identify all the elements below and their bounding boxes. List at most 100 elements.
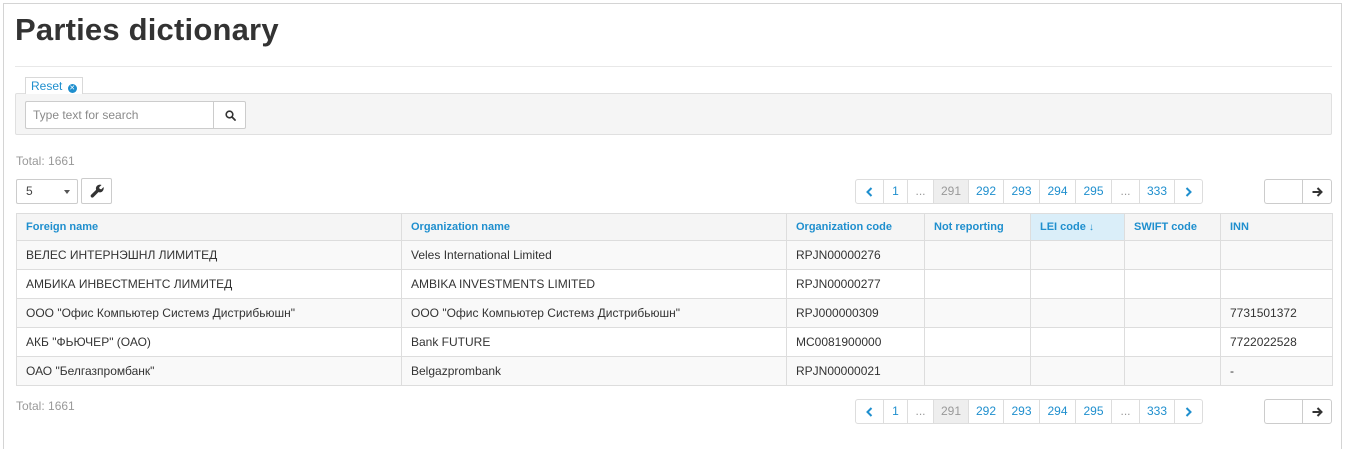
table-row[interactable]: ОАО "Белгазпромбанк" Belgazprombank RPJN… [16, 356, 1333, 386]
page-size-select[interactable]: 5 [16, 179, 78, 204]
page-ellipsis: ... [1111, 399, 1140, 424]
column-header-organization-name[interactable]: Organization name [401, 213, 787, 241]
cell-inn [1220, 269, 1333, 299]
reset-filter-button[interactable]: Reset ✕ [25, 77, 83, 94]
parties-table: Foreign name Organization name Organizat… [16, 213, 1333, 386]
total-count-top: Total: 1661 [16, 154, 75, 168]
cell-foreign-name: ВЕЛЕС ИНТЕРНЭШНЛ ЛИМИТЕД [16, 240, 402, 270]
page-link[interactable]: 293 [1003, 179, 1040, 204]
table-row[interactable]: ВЕЛЕС ИНТЕРНЭШНЛ ЛИМИТЕД Veles Internati… [16, 240, 1333, 270]
table-row[interactable]: АКБ "ФЬЮЧЕР" (ОАО) Bank FUTURE MC0081900… [16, 327, 1333, 357]
page-link[interactable]: 294 [1039, 179, 1076, 204]
column-header-swift-code[interactable]: SWIFT code [1124, 213, 1221, 241]
table-header-row: Foreign name Organization name Organizat… [16, 213, 1333, 241]
cell-lei-code [1030, 298, 1125, 328]
cell-organization-name: Bank FUTURE [401, 327, 787, 357]
column-header-lei-code[interactable]: LEI code ↓ [1030, 213, 1125, 241]
page-link-active[interactable]: 291 [933, 399, 969, 424]
cell-inn: - [1220, 356, 1333, 386]
cell-lei-code [1030, 240, 1125, 270]
page-link[interactable]: 295 [1075, 179, 1112, 204]
page-link-active[interactable]: 291 [933, 179, 969, 204]
cell-organization-code: RPJN00000276 [786, 240, 925, 270]
page-ellipsis: ... [907, 399, 934, 424]
cell-organization-name: Belgazprombank [401, 356, 787, 386]
cell-organization-code: RPJ000000309 [786, 298, 925, 328]
cell-swift-code [1124, 298, 1221, 328]
column-settings-button[interactable] [81, 178, 112, 204]
column-header-foreign-name[interactable]: Foreign name [16, 213, 402, 241]
search-icon [225, 110, 236, 121]
search-input[interactable] [25, 101, 213, 129]
page-link[interactable]: 292 [968, 399, 1004, 424]
next-page-button[interactable] [1174, 399, 1203, 424]
goto-page-input[interactable] [1264, 399, 1302, 424]
goto-page-button[interactable] [1302, 399, 1332, 424]
cell-swift-code [1124, 356, 1221, 386]
cell-inn: 7731501372 [1220, 298, 1333, 328]
cell-lei-code [1030, 356, 1125, 386]
cell-organization-name: AMBIKA INVESTMENTS LIMITED [401, 269, 787, 299]
table-row[interactable]: АМБИКА ИНВЕСТМЕНТС ЛИМИТЕД AMBIKA INVEST… [16, 269, 1333, 299]
cell-organization-name: ООО "Офис Компьютер Системз Дистрибьюшн" [401, 298, 787, 328]
chevron-right-icon [1185, 407, 1192, 417]
table-row[interactable]: ООО "Офис Компьютер Системз Дистрибьюшн"… [16, 298, 1333, 328]
goto-page-bottom [1264, 399, 1332, 424]
chevron-left-icon [866, 407, 873, 417]
caret-down-icon [64, 190, 70, 194]
page-size-value: 5 [26, 184, 33, 198]
column-header-organization-code[interactable]: Organization code [786, 213, 925, 241]
cell-organization-name: Veles International Limited [401, 240, 787, 270]
chevron-left-icon [866, 187, 873, 197]
cell-not-reporting [924, 240, 1031, 270]
cell-foreign-name: ООО "Офис Компьютер Системз Дистрибьюшн" [16, 298, 402, 328]
page-ellipsis: ... [1111, 179, 1140, 204]
page-link[interactable]: 294 [1039, 399, 1076, 424]
prev-page-button[interactable] [855, 399, 884, 424]
arrow-right-icon [1312, 407, 1323, 417]
next-page-button[interactable] [1174, 179, 1203, 204]
page-link[interactable]: 333 [1139, 179, 1175, 204]
goto-page-button[interactable] [1302, 179, 1332, 204]
page-link[interactable]: 1 [883, 179, 908, 204]
search-button[interactable] [213, 101, 246, 129]
goto-page-input[interactable] [1264, 179, 1302, 204]
total-count-bottom: Total: 1661 [16, 399, 75, 413]
page-ellipsis: ... [907, 179, 934, 204]
column-header-inn[interactable]: INN [1220, 213, 1333, 241]
reset-label: Reset [31, 79, 63, 93]
column-header-lei-code-label: LEI code [1040, 221, 1086, 233]
page-link[interactable]: 292 [968, 179, 1004, 204]
cell-not-reporting [924, 298, 1031, 328]
page-link[interactable]: 333 [1139, 399, 1175, 424]
cell-not-reporting [924, 327, 1031, 357]
chevron-right-icon [1185, 187, 1192, 197]
cell-organization-code: MC0081900000 [786, 327, 925, 357]
arrow-right-icon [1312, 187, 1323, 197]
cell-not-reporting [924, 356, 1031, 386]
cell-foreign-name: АКБ "ФЬЮЧЕР" (ОАО) [16, 327, 402, 357]
close-circle-icon: ✕ [67, 84, 77, 93]
cell-swift-code [1124, 327, 1221, 357]
page-link[interactable]: 1 [883, 399, 908, 424]
page-link[interactable]: 293 [1003, 399, 1040, 424]
page-title: Parties dictionary [15, 12, 279, 47]
cell-inn [1220, 240, 1333, 270]
goto-page-top [1264, 179, 1332, 204]
column-header-not-reporting[interactable]: Not reporting [924, 213, 1031, 241]
cell-organization-code: RPJN00000021 [786, 356, 925, 386]
prev-page-button[interactable] [855, 179, 884, 204]
page-link[interactable]: 295 [1075, 399, 1112, 424]
cell-lei-code [1030, 327, 1125, 357]
cell-organization-code: RPJN00000277 [786, 269, 925, 299]
sort-icon: ↓ [1088, 222, 1094, 233]
title-divider [15, 66, 1332, 67]
cell-not-reporting [924, 269, 1031, 299]
cell-foreign-name: ОАО "Белгазпромбанк" [16, 356, 402, 386]
cell-lei-code [1030, 269, 1125, 299]
cell-swift-code [1124, 240, 1221, 270]
pagination-top: 1 ... 291 292 293 294 295 ... 333 [855, 179, 1203, 204]
wrench-icon [90, 184, 104, 198]
cell-foreign-name: АМБИКА ИНВЕСТМЕНТС ЛИМИТЕД [16, 269, 402, 299]
pagination-bottom: 1 ... 291 292 293 294 295 ... 333 [855, 399, 1203, 424]
